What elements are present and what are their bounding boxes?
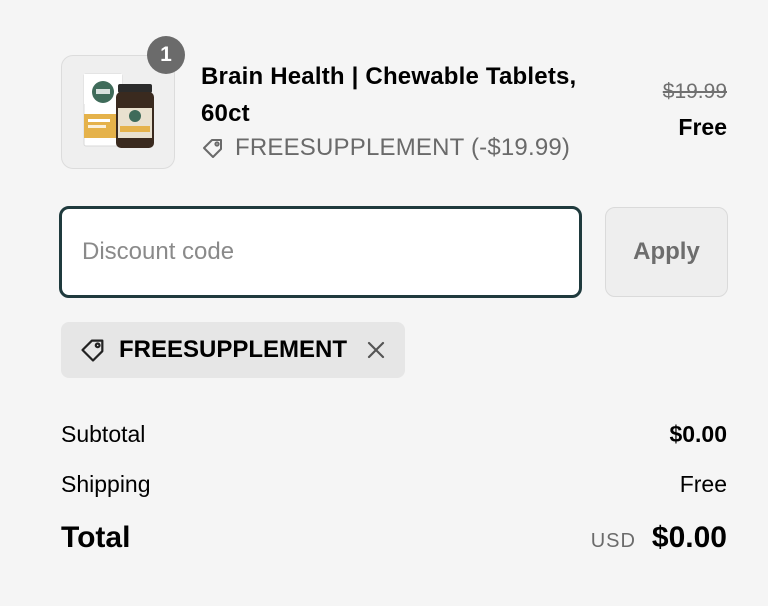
total-label: Total: [61, 521, 131, 554]
product-name: Brain Health | Chewable Tablets, 60ct: [201, 63, 577, 127]
shipping-value: Free: [679, 471, 727, 497]
subtotal-label: Subtotal: [61, 421, 146, 447]
order-summary: 1 Brain Health | Chewable Tablets, 60ct …: [0, 0, 768, 606]
line-item-discount: FREESUPPLEMENT (-$19.99): [201, 134, 570, 162]
applied-discount-chip: FREESUPPLEMENT: [61, 322, 406, 378]
final-price: Free: [678, 114, 727, 140]
discount-code-input[interactable]: [59, 206, 582, 298]
original-price: $19.99: [662, 80, 727, 103]
close-icon: [367, 341, 385, 359]
subtotal-row: Subtotal $0.00: [61, 421, 727, 448]
applied-discount-code: FREESUPPLEMENT: [119, 336, 348, 363]
tag-icon: [203, 139, 222, 158]
total-value: $0.00: [651, 521, 727, 554]
remove-discount-button[interactable]: [365, 339, 387, 361]
line-item-discount-label: FREESUPPLEMENT (-$19.99): [235, 134, 571, 161]
total-row: Total USD $0.00: [61, 521, 727, 555]
quantity-badge: 1: [147, 36, 185, 74]
shipping-row: Shipping Free: [61, 471, 727, 498]
total-amount: USD $0.00: [591, 521, 727, 555]
currency-code: USD: [590, 530, 636, 552]
shipping-label: Shipping: [61, 471, 151, 497]
product-image: [83, 73, 154, 148]
apply-button[interactable]: Apply: [605, 207, 728, 297]
subtotal-value: $0.00: [669, 421, 727, 447]
tag-icon: [79, 336, 107, 364]
